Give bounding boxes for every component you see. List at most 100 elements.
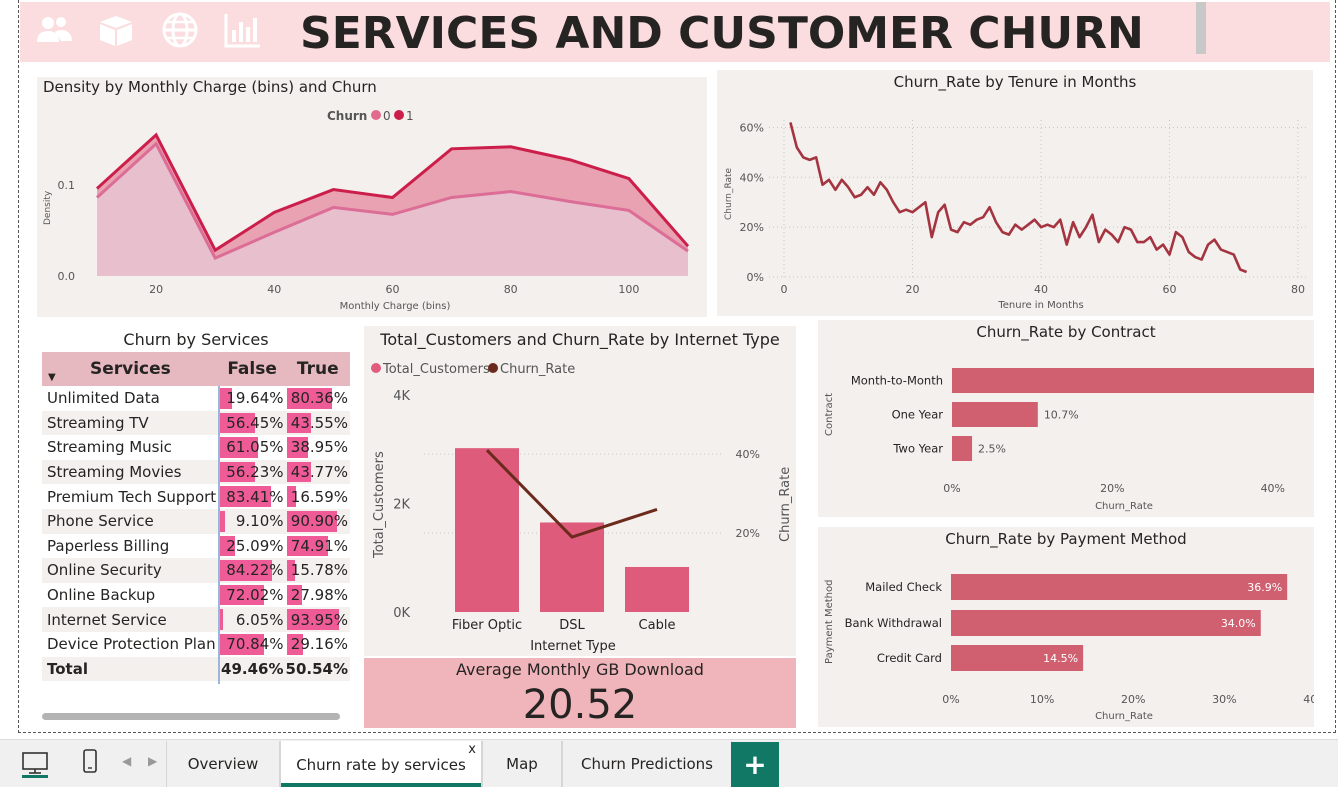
internet-ytick-right: 20% <box>736 527 760 540</box>
service-name: Premium Tech Support <box>47 487 217 506</box>
hbar-xtick: 20% <box>1100 482 1124 495</box>
true-value: 43.55% <box>290 413 348 432</box>
hbar-category-label: Two Year <box>892 442 943 456</box>
tenure-xlabel: Tenure in Months <box>997 300 1083 311</box>
hbar-bar-two-year[interactable] <box>952 436 973 461</box>
false-value-cell: 56.45% <box>218 410 286 436</box>
internet-legend-swatch-churn <box>488 363 498 373</box>
tab-churn-rate-by-services[interactable]: Churn rate by services x <box>280 741 482 787</box>
add-page-button[interactable]: + <box>731 742 779 787</box>
table-row[interactable]: Internet Service 6.05% 93.95% <box>42 607 350 632</box>
desktop-view-icon[interactable] <box>20 750 50 778</box>
table-horizontal-scrollbar[interactable] <box>42 713 340 720</box>
tab-map[interactable]: Map <box>482 741 562 787</box>
hbar-xtick: 10% <box>1030 693 1054 706</box>
true-value: 38.95% <box>290 438 348 457</box>
mobile-view-icon[interactable] <box>80 748 100 776</box>
true-value-cell: 93.95% <box>285 607 350 632</box>
false-value: 61.05% <box>226 438 284 457</box>
density-xtick: 20 <box>149 283 163 296</box>
internet-ytick-left: 4K <box>393 389 410 404</box>
true-value-cell: 27.98% <box>286 583 351 608</box>
contract-ylabel: Contract <box>824 393 835 436</box>
tenure-ytick: 60% <box>740 121 764 134</box>
tab-churn-predictions[interactable]: Churn Predictions <box>562 741 732 787</box>
box-icon[interactable] <box>96 10 136 50</box>
density-ytick-0.1: 0.1 <box>58 179 76 192</box>
services-header-label: Services <box>89 359 171 379</box>
true-header[interactable]: True <box>285 352 350 386</box>
false-value: 56.45% <box>226 413 284 432</box>
tab-close-icon[interactable]: x <box>468 742 476 757</box>
hbar-xtick: 40% <box>1303 693 1314 706</box>
table-row[interactable]: Streaming TV 56.45% 43.55% <box>42 410 350 436</box>
hbar-category-label: Month-to-Month <box>851 374 943 388</box>
hbar-xtick: 20% <box>1121 693 1145 706</box>
hbar-bar-bank-withdrawal[interactable] <box>951 610 1261 636</box>
services-header[interactable]: Services ▼ <box>42 352 219 386</box>
internet-ytick-right: 40% <box>736 448 760 461</box>
density-legend-swatch-0 <box>371 110 381 120</box>
density-xlabel: Monthly Charge (bins) <box>340 301 451 312</box>
false-value: 6.05% <box>235 610 284 629</box>
hbar-xtick: 0% <box>942 693 959 706</box>
hbar-bar-one-year[interactable] <box>952 402 1038 427</box>
density-chart: Churn 0 1 Density 0.1 0.0 20 40 60 80 100 Mo… <box>43 109 690 312</box>
table-row[interactable]: Device Protection Plan 70.84% 29.16% <box>42 632 350 657</box>
tab-map-label: Map <box>506 755 538 773</box>
hbar-category-label: Credit Card <box>877 651 942 665</box>
service-name: Phone Service <box>42 508 219 534</box>
true-value: 90.90% <box>290 512 348 531</box>
table-row[interactable]: Online Security 84.22% 15.78% <box>42 558 350 583</box>
tenure-ytick: 0% <box>747 271 764 284</box>
tenure-xtick: 80 <box>1291 283 1305 296</box>
true-value-cell: 74.91% <box>286 534 351 559</box>
table-row[interactable]: Streaming Movies 56.23% 43.77% <box>42 459 350 485</box>
service-name: Paperless Billing <box>47 536 170 555</box>
false-value: 19.64% <box>226 389 284 408</box>
density-legend-label-0: 0 <box>383 109 391 123</box>
people-icon[interactable] <box>34 10 74 50</box>
header-scroll-thumb[interactable] <box>1196 2 1206 54</box>
density-ytick-0.0: 0.0 <box>58 270 76 283</box>
hbar-data-label: 10.7% <box>1044 409 1079 422</box>
table-row[interactable]: Unlimited Data 19.64% 80.36% <box>42 386 350 411</box>
table-row[interactable]: Online Backup 72.02% 27.98% <box>42 583 350 608</box>
internet-bar-cable[interactable] <box>625 566 689 612</box>
hbar-data-label: 36.9% <box>1247 581 1282 594</box>
sort-desc-icon[interactable]: ▼ <box>48 372 56 383</box>
tab-overview-label: Overview <box>187 755 259 773</box>
total-true: 50.54% <box>285 656 350 682</box>
bar-chart-icon[interactable] <box>222 10 262 50</box>
internet-ytick-left: 0K <box>393 606 410 621</box>
contract-xlabel: Churn_Rate <box>1095 501 1153 512</box>
false-value-cell: 61.05% <box>219 435 286 460</box>
internet-ytick-left: 2K <box>393 498 410 513</box>
false-data-bar <box>219 609 224 630</box>
tenure-xtick: 40 <box>1034 283 1048 296</box>
kpi-value: 20.52 <box>522 682 638 728</box>
table-row[interactable]: Streaming Music 61.05% 38.95% <box>42 435 350 460</box>
true-value: 29.16% <box>290 635 348 654</box>
hbar-xtick: 30% <box>1212 693 1236 706</box>
tab-overview[interactable]: Overview <box>166 741 280 787</box>
false-header[interactable]: False <box>218 352 286 386</box>
density-legend-swatch-1 <box>394 110 404 120</box>
internet-xlabel: Internet Type <box>530 639 616 654</box>
service-name: Device Protection Plan <box>47 635 216 654</box>
tenure-xtick: 60 <box>1163 283 1177 296</box>
tenure-ytick: 40% <box>740 171 764 184</box>
column-resize-handle[interactable] <box>218 386 220 684</box>
hbar-bar-month-to-month[interactable] <box>952 368 1314 393</box>
table-row[interactable]: Phone Service 9.10% 90.90% <box>42 508 350 534</box>
false-value-cell: 19.64% <box>219 386 286 411</box>
tab-scroll-right-icon[interactable]: ▶ <box>148 754 157 768</box>
globe-icon[interactable] <box>160 10 200 50</box>
tab-scroll-left-icon[interactable]: ◀ <box>122 754 131 768</box>
true-value: 93.95% <box>290 610 348 629</box>
table-row[interactable]: Premium Tech Support 83.41% 16.59% <box>42 484 350 509</box>
true-value: 80.36% <box>290 389 348 408</box>
table-row[interactable]: Paperless Billing 25.09% 74.91% <box>42 534 350 559</box>
contract-chart: Contract Churn_Rate 0% 20% 40% Month-to-Mon… <box>824 368 1314 512</box>
hbar-bar-mailed-check[interactable] <box>951 574 1288 600</box>
